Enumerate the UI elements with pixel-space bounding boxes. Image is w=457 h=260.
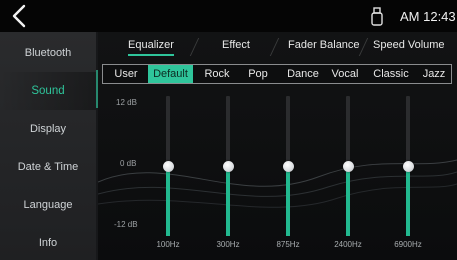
preset-classic[interactable]: Classic [369,65,413,83]
sidebar-item-display[interactable]: Display [0,110,96,148]
sidebar-item-label: Sound [31,85,65,97]
eq-slider-knob[interactable] [222,160,234,172]
sidebar-item-sound[interactable]: Sound [0,72,96,110]
preset-default[interactable]: Default [148,65,193,83]
tab-divider [189,38,200,56]
eq-slider-fill [166,166,170,236]
band-label-2400hz: 2400Hz [334,240,362,249]
preset-selector: User Default Rock Pop Dance Vocal Classi… [102,64,452,84]
sound-panel: Equalizer Effect Fader Balance Speed Vol… [98,32,457,260]
sidebar-item-label: Date & Time [17,161,79,173]
preset-jazz[interactable]: Jazz [419,65,449,83]
tab-effect[interactable]: Effect [222,39,250,51]
eq-slider-fill [286,166,290,236]
sidebar-item-bluetooth[interactable]: Bluetooth [0,34,96,72]
eq-slider-knob[interactable] [162,160,174,172]
sidebar-item-date-time[interactable]: Date & Time [0,148,96,186]
tab-fader-balance[interactable]: Fader Balance [288,39,360,51]
eq-slider-300hz[interactable] [222,96,234,236]
preset-user[interactable]: User [107,65,145,83]
status-bar: AM 12:43 [0,0,457,32]
chevron-left-icon[interactable] [8,3,32,29]
band-label-6900hz: 6900Hz [394,240,422,249]
db-min-label: -12 dB [114,220,138,229]
eq-slider-6900hz[interactable] [402,96,414,236]
sidebar: Bluetooth Sound Display Date & Time Lang… [0,32,96,260]
preset-vocal[interactable]: Vocal [325,65,365,83]
sidebar-item-label: Display [29,123,67,135]
eq-slider-fill [226,166,230,236]
band-label-875hz: 875Hz [276,240,300,249]
sidebar-item-language[interactable]: Language [0,186,96,224]
sidebar-item-label: Language [23,199,73,211]
sidebar-item-label: Info [38,237,58,249]
band-label-100hz: 100Hz [156,240,180,249]
eq-slider-fill [346,166,350,236]
usb-icon [371,7,383,26]
tab-speed-volume[interactable]: Speed Volume [373,39,445,51]
eq-slider-knob[interactable] [402,160,414,172]
preset-dance[interactable]: Dance [283,65,323,83]
eq-slider-2400hz[interactable] [342,96,354,236]
clock: AM 12:43 [400,9,456,24]
tab-divider [269,38,280,56]
preset-rock[interactable]: Rock [197,65,237,83]
db-max-label: 12 dB [116,98,137,107]
db-zero-label: 0 dB [120,159,137,168]
sidebar-item-label: Bluetooth [24,47,72,59]
tab-divider [358,38,369,56]
eq-slider-fill [406,166,410,236]
eq-slider-875hz[interactable] [282,96,294,236]
tab-equalizer[interactable]: Equalizer [128,39,174,56]
preset-pop[interactable]: Pop [240,65,276,83]
eq-slider-knob[interactable] [342,160,354,172]
tab-bar: Equalizer Effect Fader Balance Speed Vol… [98,32,457,60]
eq-slider-knob[interactable] [282,160,294,172]
sidebar-item-info[interactable]: Info [0,224,96,260]
eq-slider-100hz[interactable] [162,96,174,236]
band-label-300hz: 300Hz [216,240,240,249]
